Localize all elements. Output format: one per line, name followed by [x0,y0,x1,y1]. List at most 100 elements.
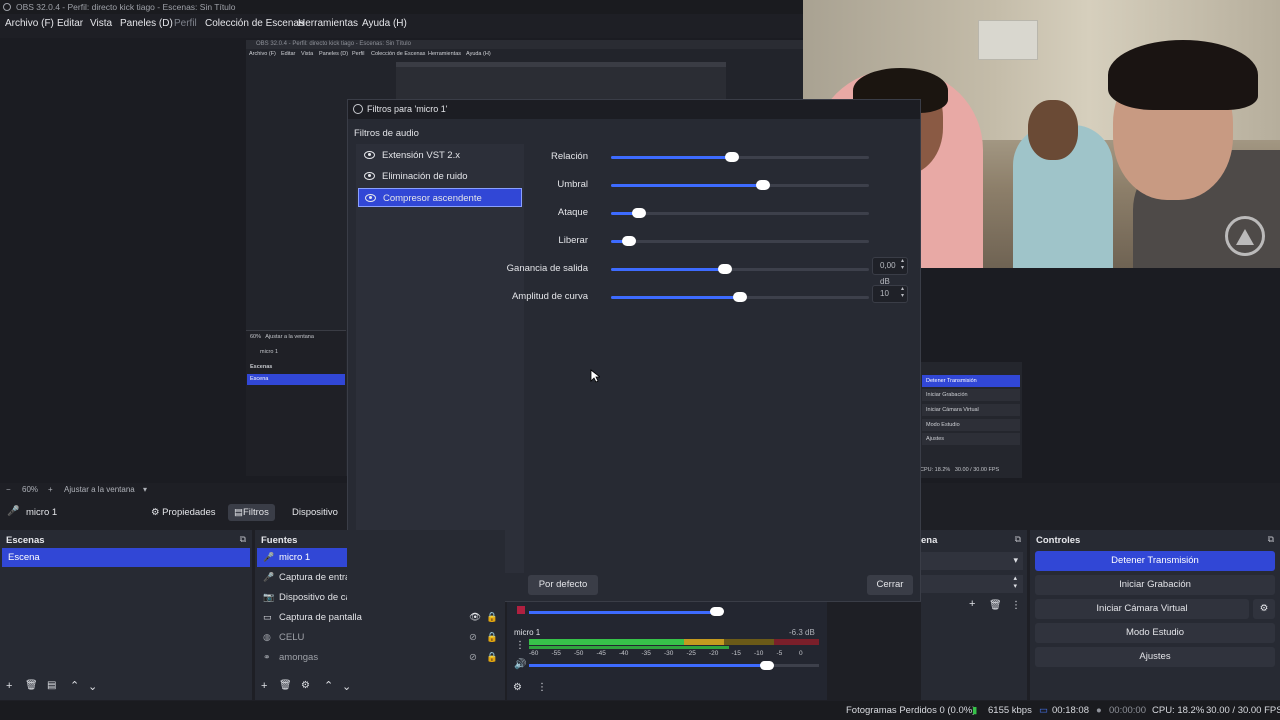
zoom-out-button[interactable]: − [6,485,11,494]
mixer-options-icon[interactable]: ⋮ [515,640,525,651]
source-down-icon[interactable]: ⌃ [342,679,351,692]
source-item-celu[interactable]: ◍ CELU ⊘ 🔒 [257,628,497,647]
param-slider[interactable] [611,264,869,274]
fit-dropdown-icon[interactable]: ▾ [143,485,147,494]
menu-ayuda[interactable]: Ayuda (H) [362,18,407,29]
sources-panel: Fuentes 🎤 micro 1 🎤 Captura de entrada 📷 Di… [255,530,505,700]
menu-editar[interactable]: Editar [57,18,83,29]
remove-source-icon[interactable]: 🗑 [279,680,292,691]
start-recording-button[interactable]: Iniciar Grabación [1035,575,1275,595]
source-up-icon[interactable]: ⌃ [324,679,333,692]
menu-vista[interactable]: Vista [90,18,112,29]
remove-transition-icon[interactable]: 🗑 [989,600,1002,611]
speaker-icon[interactable]: 🔊 [514,659,526,670]
nested-menu-item: Colección de Escenas [371,51,426,57]
hidden-eye-icon[interactable]: ⊘ [469,648,477,667]
source-item-screen[interactable]: ▭ Captura de pantalla 👁 🔒 [257,608,497,627]
param-slider[interactable] [611,152,869,162]
meter-tick-label: -5 [776,650,783,657]
add-source-icon[interactable]: + [261,680,267,692]
nested-menu-item: Ayuda (H) [466,51,491,57]
source-settings-icon[interactable]: ⚙ [301,680,310,691]
scene-down-icon[interactable]: ⌃ [88,679,97,692]
menu-archivo[interactable]: Archivo (F) [5,18,54,29]
panel-menu-icon[interactable]: ⧉ [1015,534,1021,545]
mixer-advanced-icon[interactable]: ⚙ [513,682,522,693]
menu-perfil[interactable]: Perfil [174,18,197,29]
lock-icon[interactable]: 🔒 [486,608,497,627]
add-scene-icon[interactable]: + [6,680,12,692]
filters-button[interactable]: ▤Filtros [228,504,275,521]
param-row: Liberar [528,233,908,249]
eye-icon[interactable] [365,194,376,202]
transition-menu-icon[interactable]: ⋮ [1011,600,1021,611]
slider-fill [611,156,733,159]
menu-coleccion[interactable]: Colección de Escenas [205,18,304,29]
virtual-camera-settings[interactable]: ⚙ [1253,599,1275,619]
source-item-micro[interactable]: 🎤 micro 1 [257,548,347,567]
camera-icon: 📷 [263,592,275,602]
nested-deeper-capture [396,62,726,102]
param-row: Umbral [528,177,908,193]
source-item-amongas[interactable]: ⚭ amongas ⊘ 🔒 [257,648,497,667]
stop-stream-button[interactable]: Detener Transmisión [1035,551,1275,571]
param-spinbox[interactable]: 10 [872,285,908,303]
param-slider[interactable] [611,236,869,246]
param-slider[interactable] [611,208,869,218]
menu-herramientas[interactable]: Herramientas [298,18,358,29]
volume-track[interactable] [529,661,819,670]
slider-knob[interactable] [725,152,740,162]
lock-icon[interactable]: 🔒 [486,628,497,647]
visibility-eye-icon[interactable]: 👁 [469,608,481,627]
volume-knob[interactable] [759,661,774,670]
slider-knob[interactable] [622,236,637,246]
transition-select[interactable]: ▾ [921,552,1023,570]
obs-logo-icon [3,3,11,11]
scene-filters-icon[interactable]: ▤ [47,680,56,691]
source-item-device[interactable]: 📷 Dispositivo de captura [257,588,347,607]
device-button[interactable]: Dispositivo [286,504,344,521]
default-button[interactable]: Por defecto [528,575,598,595]
close-button[interactable]: Cerrar [867,575,913,595]
eye-icon[interactable] [364,151,375,159]
virtual-camera-button[interactable]: Iniciar Cámara Virtual [1035,599,1249,619]
meter-tick-label: -50 [574,650,584,657]
settings-button[interactable]: Ajustes [1035,647,1275,667]
param-slider[interactable] [611,180,869,190]
add-transition-icon[interactable]: + [969,598,975,610]
slider-knob[interactable] [733,292,747,302]
param-label: Relación [551,151,588,162]
upper-volume-track[interactable] [529,611,719,614]
hidden-eye-icon[interactable]: ⊘ [469,628,477,647]
properties-button[interactable]: ⚙ Propiedades [145,504,222,521]
lock-icon[interactable]: 🔒 [486,648,497,667]
studio-mode-button[interactable]: Modo Estudio [1035,623,1275,643]
remove-scene-icon[interactable]: 🗑 [25,680,38,691]
panel-menu-icon[interactable]: ⧉ [1268,534,1274,545]
cpu-usage: CPU: 18.2% [1152,705,1205,716]
gear-icon: ⚙ [1259,603,1269,614]
fit-window-label[interactable]: Ajustar a la ventana [64,485,135,494]
slider-knob[interactable] [756,180,771,190]
eye-icon[interactable] [364,172,375,180]
filter-item-vst[interactable]: Extensión VST 2.x [358,146,522,165]
param-spinbox[interactable]: 0,00 dB [872,257,908,286]
slider-knob[interactable] [717,264,732,274]
meter-green-2 [529,646,729,649]
slider-fill [611,268,725,271]
param-label: Amplitud de curva [511,291,588,302]
filter-item-compressor[interactable]: Compresor ascendente [358,188,522,207]
source-item-capture-input[interactable]: 🎤 Captura de entrada [257,568,347,587]
upper-volume-knob[interactable] [710,607,724,616]
duration-spin[interactable]: ▴ ▾ [921,575,1023,593]
menu-paneles[interactable]: Paneles (D) [120,18,173,29]
mixer-menu-icon[interactable]: ⋮ [537,682,547,693]
panel-menu-icon[interactable]: ⧉ [240,534,246,545]
slider-knob[interactable] [632,208,647,218]
scene-up-icon[interactable]: ⌃ [70,679,79,692]
zoom-in-button[interactable]: + [48,485,53,494]
scene-item[interactable]: Escena [2,548,250,567]
param-slider[interactable] [611,292,869,302]
nested-scenes-title: Escenas [250,364,273,370]
filter-item-noise[interactable]: Eliminación de ruido [358,167,522,186]
